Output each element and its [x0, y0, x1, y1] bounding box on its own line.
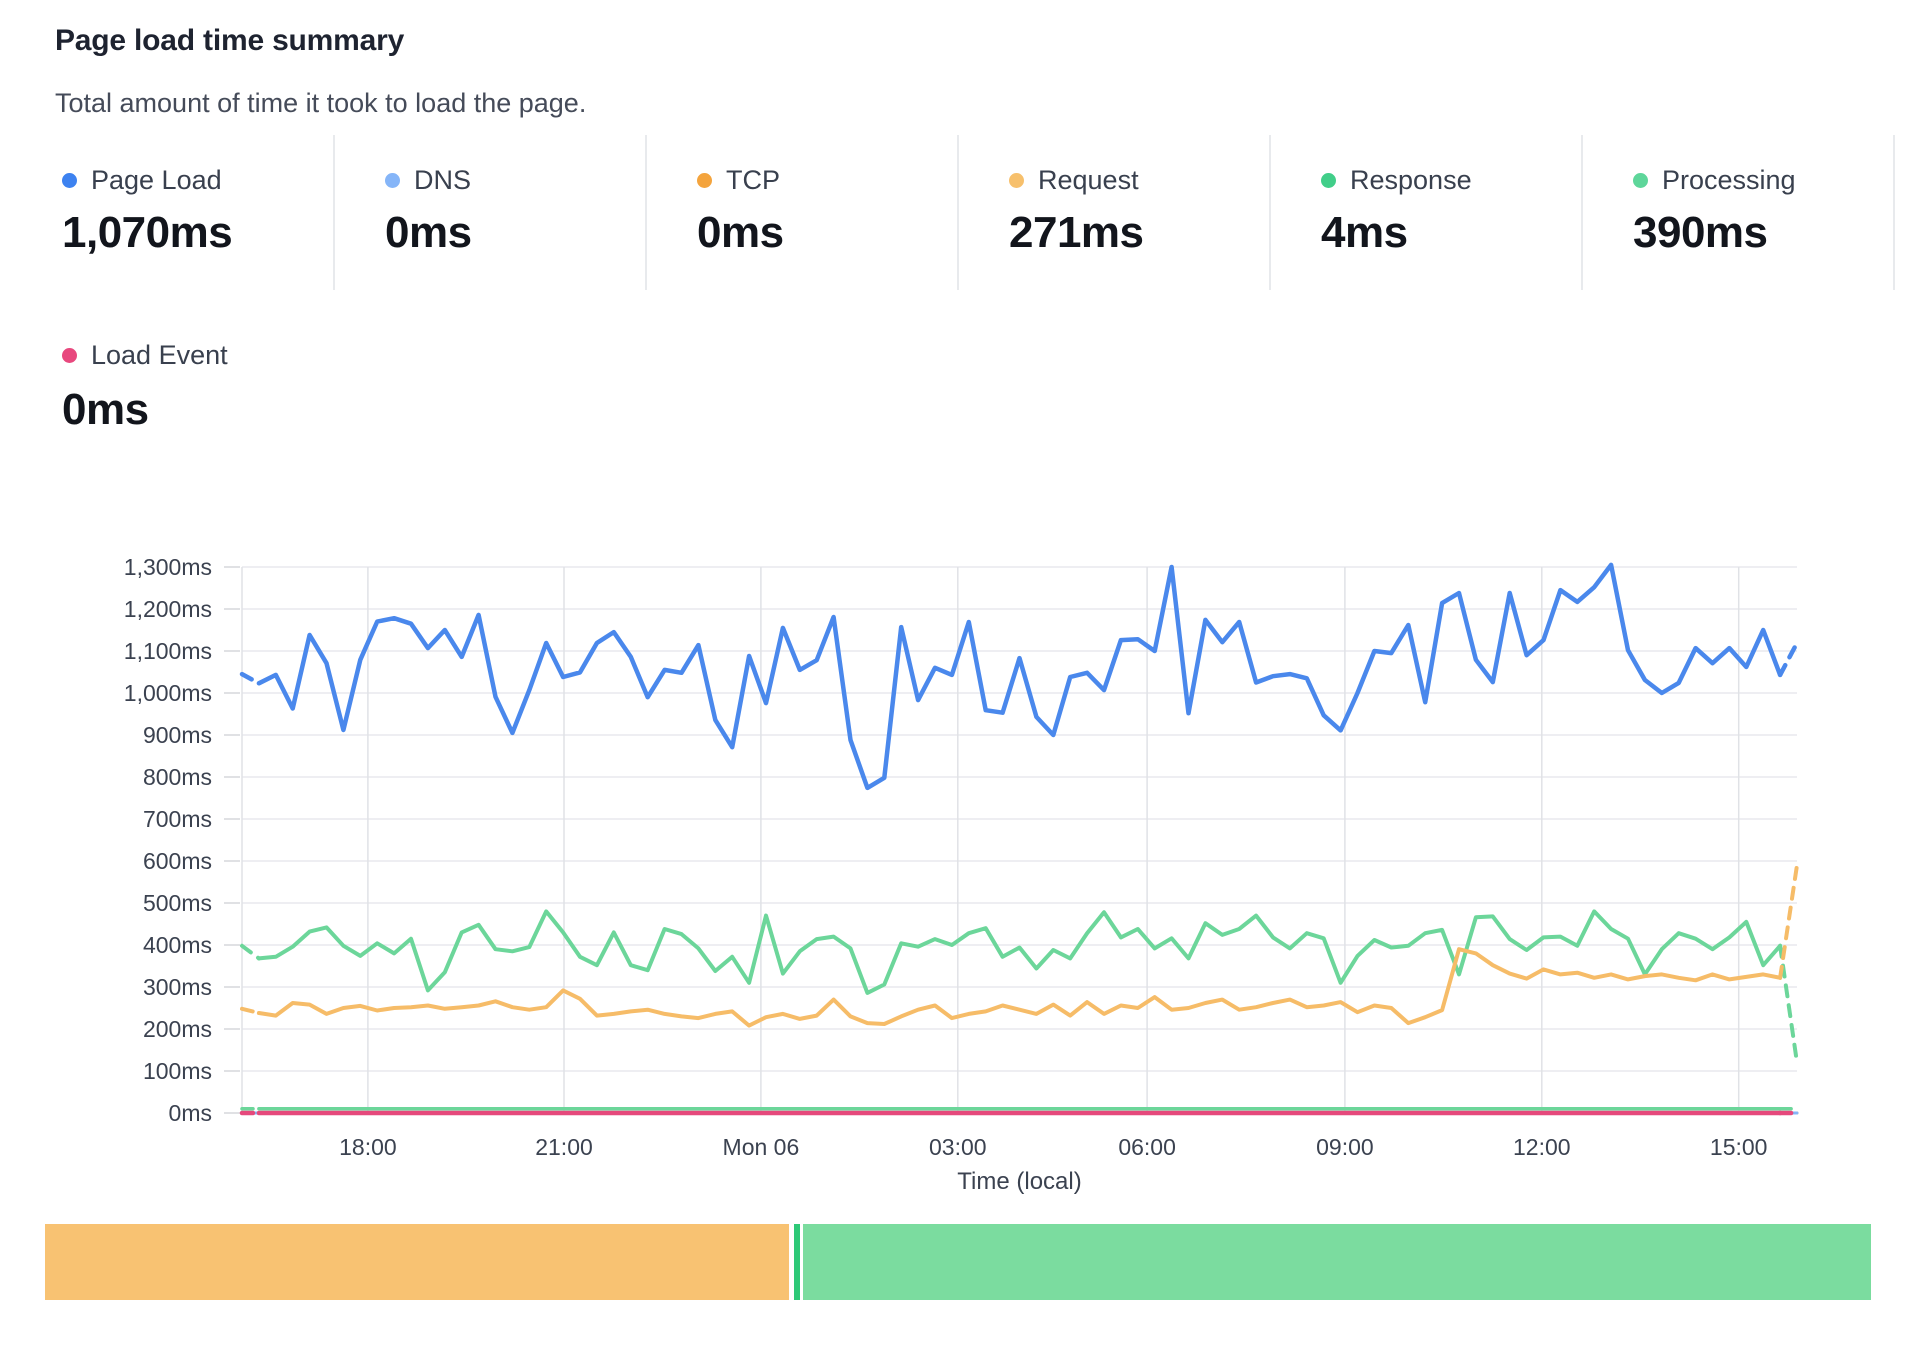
legend-item-value: 0ms [697, 208, 957, 258]
tcp-color-dot-icon [697, 173, 712, 188]
svg-text:18:00: 18:00 [339, 1134, 397, 1160]
timeline-segment-0 [45, 1224, 789, 1300]
svg-text:1,100ms: 1,100ms [124, 638, 212, 664]
x-axis-title: Time (local) [957, 1168, 1081, 1195]
svg-text:03:00: 03:00 [929, 1134, 987, 1160]
request-color-dot-icon [1009, 173, 1024, 188]
svg-text:06:00: 06:00 [1118, 1134, 1176, 1160]
status-timeline-bar[interactable] [45, 1224, 1871, 1300]
legend-item-header: TCP [697, 165, 957, 196]
processing-color-dot-icon [1633, 173, 1648, 188]
legend-item-tcp: TCP 0ms [647, 135, 959, 290]
legend-row: Page Load 1,070ms DNS 0ms TCP 0ms Request 271ms… [0, 135, 1895, 290]
page-title: Page load time summary [55, 24, 404, 58]
load-time-chart[interactable]: 0ms 100ms 200ms 300ms 400ms 500ms 600ms 700ms 80… [0, 420, 1910, 1220]
legend-item-header: Response [1321, 165, 1581, 196]
legend-item-header: Request [1009, 165, 1269, 196]
response-color-dot-icon [1321, 173, 1336, 188]
x-axis-labels: 18:00 21:00 Mon 06 03:00 06:00 09:00 12:00 15:0… [339, 1134, 1767, 1195]
legend-item-value: 4ms [1321, 208, 1581, 258]
legend-item-dns: DNS 0ms [335, 135, 647, 290]
dns-color-dot-icon [385, 173, 400, 188]
legend-item-label: DNS [414, 165, 471, 196]
page-subtitle: Total amount of time it took to load the… [55, 88, 586, 119]
legend-item-header: DNS [385, 165, 645, 196]
svg-text:500ms: 500ms [143, 890, 212, 916]
legend-item-label: TCP [726, 165, 780, 196]
svg-text:21:00: 21:00 [535, 1134, 593, 1160]
svg-text:600ms: 600ms [143, 848, 212, 874]
legend-item-response: Response 4ms [1271, 135, 1583, 290]
legend-item-processing: Processing 390ms [1583, 135, 1895, 290]
svg-text:700ms: 700ms [143, 806, 212, 832]
svg-text:400ms: 400ms [143, 932, 212, 958]
legend-item-header: Page Load [62, 165, 333, 196]
legend-item-value: 0ms [385, 208, 645, 258]
legend-item-value: 271ms [1009, 208, 1269, 258]
svg-text:800ms: 800ms [143, 764, 212, 790]
svg-text:100ms: 100ms [143, 1058, 212, 1084]
legend-item-label: Page Load [91, 165, 222, 196]
svg-text:200ms: 200ms [143, 1016, 212, 1042]
legend-item-label: Processing [1662, 165, 1796, 196]
svg-text:1,200ms: 1,200ms [124, 596, 212, 622]
svg-text:1,000ms: 1,000ms [124, 680, 212, 706]
legend-item-value: 1,070ms [62, 208, 333, 258]
timeline-segment-4 [803, 1224, 1871, 1300]
legend-item-header: Load Event [62, 340, 228, 371]
legend-item-label: Response [1350, 165, 1472, 196]
svg-text:12:00: 12:00 [1513, 1134, 1571, 1160]
page-load-summary-panel: Page load time summary Total amount of t… [0, 0, 1910, 1352]
svg-text:15:00: 15:00 [1710, 1134, 1768, 1160]
series-page_load-line [242, 565, 1797, 788]
page-load-color-dot-icon [62, 173, 77, 188]
svg-text:300ms: 300ms [143, 974, 212, 1000]
legend-item-request: Request 271ms [959, 135, 1271, 290]
legend-item-value: 390ms [1633, 208, 1893, 258]
load-event-color-dot-icon [62, 348, 77, 363]
legend-item-label: Request [1038, 165, 1139, 196]
legend-item-header: Processing [1633, 165, 1893, 196]
legend-item-page-load: Page Load 1,070ms [0, 135, 335, 290]
svg-text:09:00: 09:00 [1316, 1134, 1374, 1160]
svg-text:1,300ms: 1,300ms [124, 554, 212, 580]
legend-item-label: Load Event [91, 340, 228, 371]
svg-text:0ms: 0ms [169, 1100, 212, 1126]
y-grid-and-labels: 0ms 100ms 200ms 300ms 400ms 500ms 600ms 700ms 80… [124, 554, 1797, 1126]
svg-text:Mon 06: Mon 06 [723, 1134, 800, 1160]
svg-text:900ms: 900ms [143, 722, 212, 748]
